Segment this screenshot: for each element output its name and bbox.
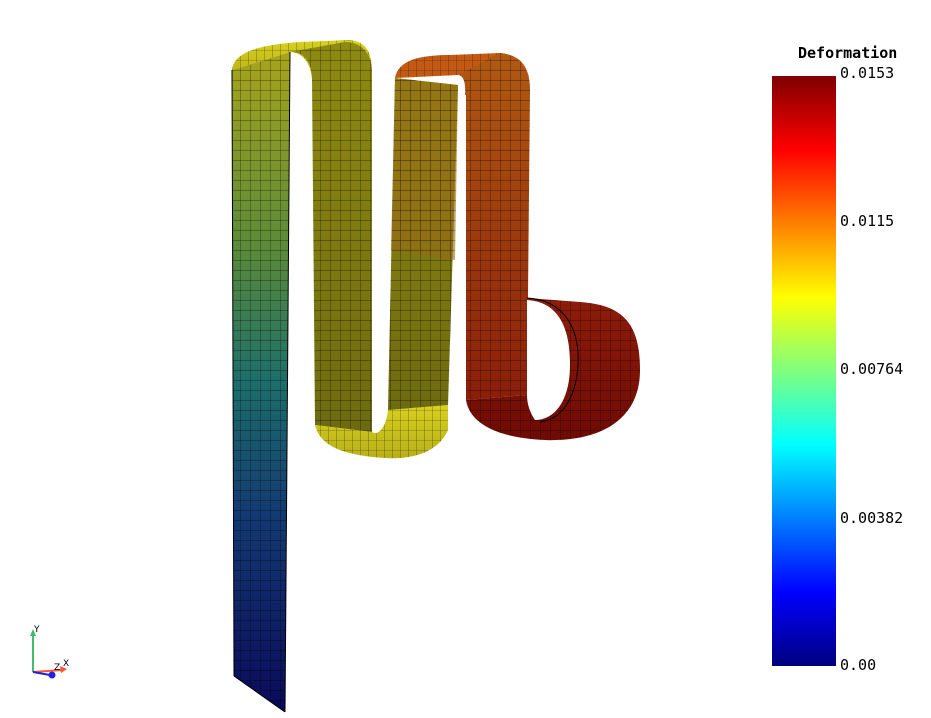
legend-tick-min: 0.00 — [840, 656, 877, 674]
triad-y-label: Y — [33, 625, 40, 635]
legend-colorbar — [772, 76, 836, 666]
fourth-strip — [458, 53, 530, 400]
legend-tick-1: 0.00382 — [840, 509, 904, 527]
axis-triad: Y Z X — [30, 625, 69, 679]
left-strip — [232, 52, 290, 712]
legend-tick-max: 0.0153 — [840, 64, 895, 82]
legend-tick-3: 0.0115 — [840, 212, 895, 230]
legend-tick-2: 0.00764 — [840, 360, 904, 378]
z-axis-line — [32, 671, 51, 676]
second-strip — [290, 42, 372, 432]
triad-z-label: Z — [54, 663, 60, 673]
legend-title: Deformation — [798, 44, 898, 62]
third-strip — [388, 78, 458, 410]
triad-x-label: X — [63, 659, 69, 669]
